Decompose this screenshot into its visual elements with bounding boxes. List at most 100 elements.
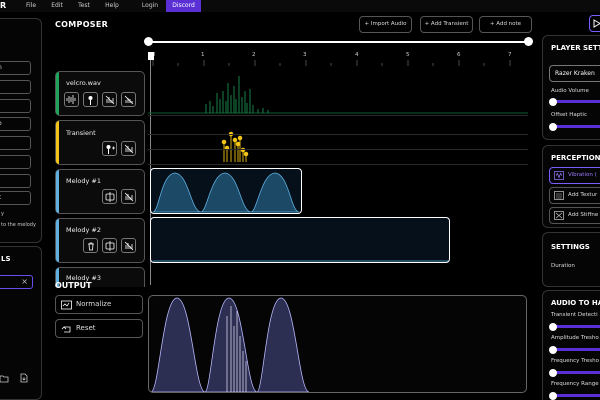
audio-to-haptic-title: AUDIO TO HA — [551, 299, 600, 307]
left-item[interactable] — [0, 99, 31, 113]
add-stiffness-label: Add Stiffne — [568, 212, 599, 218]
split-icon[interactable] — [102, 238, 117, 253]
add-transient-button[interactable]: + Add Transient — [420, 16, 473, 33]
audio-volume-knob[interactable] — [549, 98, 557, 106]
left-item[interactable]: o — [0, 117, 31, 131]
add-texture-button[interactable]: Add Textur — [549, 187, 600, 204]
audio-to-haptic-panel: AUDIO TO HA Transient Detecti Amplitude … — [542, 290, 600, 400]
perceptions-panel: PERCEPTIONS Vibration ( Add Textur Add S… — [542, 145, 600, 228]
frequency-threshold-knob[interactable] — [549, 369, 557, 377]
player-settings-panel: PLAYER SETTI Razer Kraken Audio Volume O… — [542, 35, 600, 140]
tick-label: 5 — [406, 52, 410, 58]
transient-detection-slider[interactable] — [553, 325, 600, 328]
vibration-label: Vibration ( — [568, 172, 597, 178]
track-transient[interactable]: Transient — [55, 120, 145, 165]
settings-title: SETTINGS — [551, 243, 590, 251]
lane-velcro[interactable] — [148, 71, 528, 116]
range-slider-track[interactable] — [148, 41, 528, 43]
tick-label: 6 — [457, 52, 461, 58]
left-item[interactable] — [0, 80, 31, 94]
left-panel-lower: LS × — [0, 246, 42, 400]
frequency-range-knob[interactable] — [549, 392, 557, 400]
track-color-bar — [56, 170, 59, 213]
left-item[interactable]: n — [0, 61, 31, 75]
mute-haptic-icon[interactable] — [121, 141, 136, 156]
play-button[interactable] — [589, 15, 600, 32]
range-slider-end-handle[interactable] — [524, 37, 533, 46]
add-transient-icon[interactable] — [102, 141, 117, 156]
range-slider-start-handle[interactable] — [144, 37, 153, 46]
add-stiffness-button[interactable]: Add Stiffne — [549, 207, 600, 224]
app-logo: R — [0, 1, 7, 10]
left-search-input[interactable]: × — [0, 275, 33, 289]
add-note-button[interactable]: + Add note — [479, 16, 532, 33]
mute-haptic-icon[interactable] — [121, 238, 136, 253]
timeline-ruler[interactable]: 0 1 2 3 4 5 6 7 — [148, 52, 528, 66]
mute-haptic-icon[interactable] — [102, 92, 117, 107]
left-section-head: LS — [1, 255, 11, 263]
tick-label: 4 — [355, 52, 359, 58]
mute-audio-icon[interactable] — [121, 92, 136, 107]
trash-icon[interactable] — [83, 238, 98, 253]
left-item[interactable] — [0, 136, 31, 150]
audio-volume-slider[interactable] — [553, 100, 600, 103]
frequency-threshold-label: Frequency Tresho — [551, 358, 599, 364]
file-import-icon[interactable] — [19, 373, 29, 383]
track-color-bar — [56, 219, 59, 262]
playhead-handle[interactable] — [148, 52, 154, 60]
import-audio-button[interactable]: + Import Audio — [359, 16, 412, 33]
add-texture-label: Add Textur — [568, 192, 598, 198]
track-color-bar — [56, 121, 59, 164]
vibration-button[interactable]: Vibration ( — [549, 167, 600, 184]
lane-transient[interactable] — [148, 120, 528, 165]
output-title: OUTPUT — [55, 281, 92, 290]
track-velcro[interactable]: velcro.wav — [55, 71, 145, 116]
left-sub-label: y — [1, 211, 4, 217]
play-icon — [593, 19, 600, 28]
waveform-icon[interactable] — [64, 92, 79, 107]
melody-1-waveform — [152, 172, 300, 213]
reset-icon — [61, 326, 71, 333]
track-color-bar — [56, 72, 59, 115]
add-transient-label: Add Transient — [430, 21, 469, 27]
tick-label: 7 — [508, 52, 512, 58]
track-name: Melody #1 — [66, 177, 102, 185]
amplitude-threshold-slider[interactable] — [553, 348, 600, 351]
melody-2-clip[interactable] — [150, 217, 450, 263]
menu-file[interactable]: File — [22, 0, 40, 12]
vibration-icon — [554, 171, 564, 180]
melody-2-waveform — [153, 260, 449, 262]
track-melody-1[interactable]: Melody #1 — [55, 169, 145, 214]
folder-icon[interactable] — [0, 373, 9, 383]
amplitude-threshold-label: Amplitude Tresho — [551, 335, 599, 341]
frequency-threshold-slider[interactable] — [553, 371, 600, 374]
split-icon[interactable] — [102, 189, 117, 204]
menu-discord[interactable]: Discord — [166, 0, 201, 12]
normalize-label: Normalize — [76, 300, 112, 308]
left-item[interactable] — [0, 174, 31, 188]
transient-detection-label: Transient Detecti — [551, 312, 598, 318]
left-item[interactable] — [0, 155, 31, 169]
x-icon[interactable]: × — [21, 277, 28, 286]
left-item[interactable]: c — [0, 191, 31, 205]
track-melody-2[interactable]: Melody #2 — [55, 218, 145, 263]
melody-1-clip[interactable] — [150, 168, 302, 214]
menu-edit[interactable]: Edit — [48, 0, 66, 12]
menu-login[interactable]: Login — [140, 0, 160, 12]
offset-haptic-knob[interactable] — [549, 123, 557, 131]
normalize-button[interactable]: Normalize — [55, 295, 143, 314]
add-note-label: Add note — [496, 21, 522, 27]
import-audio-label: Import Audio — [370, 21, 407, 27]
player-settings-title: PLAYER SETTI — [551, 44, 600, 52]
amplitude-threshold-knob[interactable] — [549, 346, 557, 354]
pin-icon[interactable] — [83, 92, 98, 107]
reset-button[interactable]: Reset — [55, 319, 143, 338]
device-select[interactable]: Razer Kraken — [549, 65, 600, 82]
offset-haptic-slider[interactable] — [553, 125, 600, 128]
frequency-range-slider[interactable] — [553, 394, 600, 397]
track-name: Transient — [66, 129, 96, 137]
menu-test[interactable]: Test — [75, 0, 93, 12]
menu-help[interactable]: Help — [103, 0, 121, 12]
transient-detection-knob[interactable] — [549, 323, 557, 331]
mute-haptic-icon[interactable] — [121, 189, 136, 204]
